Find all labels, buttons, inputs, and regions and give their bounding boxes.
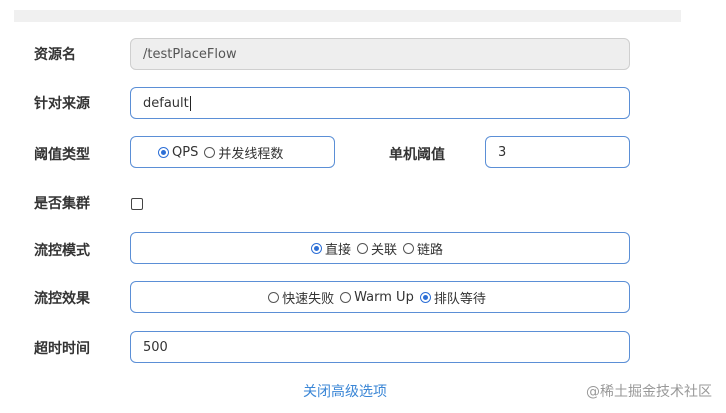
threshold-type-radio-group: QPS 并发线程数 [130, 136, 335, 168]
flow-strategy-option-label: 链路 [417, 242, 444, 258]
radio-unchecked-icon[interactable] [268, 291, 280, 303]
threshold-type-option-label: QPS [172, 144, 199, 160]
control-behavior-option-label: Warm Up [354, 289, 414, 305]
single-threshold-input[interactable]: 3 [485, 136, 630, 168]
close-advanced-options-link[interactable]: 关闭高级选项 [303, 381, 387, 401]
radio-checked-icon[interactable] [419, 291, 431, 303]
control-behavior-radio-group: 快速失败 Warm Up 排队等待 [130, 281, 630, 313]
flow-strategy-option-label: 直接 [324, 242, 351, 258]
single-threshold-label: 单机阈值 [389, 147, 445, 163]
single-threshold-value: 3 [498, 144, 507, 160]
flow-strategy-option-relate[interactable]: 关联 [356, 239, 397, 258]
flow-strategy-option-chain[interactable]: 链路 [403, 239, 443, 258]
radio-unchecked-icon[interactable] [204, 146, 216, 158]
radio-unchecked-icon[interactable] [340, 291, 352, 303]
timeout-value: 500 [143, 339, 168, 355]
timeout-label: 超时时间 [34, 341, 90, 357]
timeout-input[interactable]: 500 [130, 331, 630, 363]
text-cursor [189, 95, 191, 111]
resource-name-value: /testPlaceFlow [143, 46, 237, 62]
flow-strategy-radio-group: 直接 关联 链路 [130, 232, 630, 264]
cluster-mode-checkbox[interactable] [131, 198, 143, 210]
control-behavior-option-warm-up[interactable]: Warm Up [340, 290, 414, 305]
radio-checked-icon[interactable] [310, 242, 322, 254]
threshold-type-label: 阈值类型 [34, 147, 90, 163]
threshold-type-option-label: 并发线程数 [218, 146, 284, 162]
radio-unchecked-icon[interactable] [356, 242, 368, 254]
limit-app-label: 针对来源 [34, 96, 90, 112]
limit-app-value: default [143, 95, 189, 111]
control-behavior-option-label: 快速失败 [282, 291, 335, 307]
flow-strategy-label: 流控模式 [34, 243, 90, 259]
flow-strategy-option-direct[interactable]: 直接 [310, 239, 351, 258]
watermark-text: @稀土掘金技术社区 [586, 384, 712, 400]
control-behavior-option-queue[interactable]: 排队等待 [419, 288, 486, 307]
threshold-type-option-qps[interactable]: QPS [158, 145, 198, 160]
control-behavior-option-label: 排队等待 [433, 291, 486, 307]
resource-name-input: /testPlaceFlow [130, 38, 630, 70]
threshold-type-option-thread[interactable]: 并发线程数 [204, 143, 283, 162]
limit-app-input[interactable]: default [130, 87, 630, 119]
control-behavior-option-fast-fail[interactable]: 快速失败 [268, 288, 334, 307]
radio-unchecked-icon[interactable] [403, 242, 414, 254]
control-behavior-label: 流控效果 [34, 291, 90, 307]
resource-name-label: 资源名 [34, 47, 76, 63]
radio-checked-icon[interactable] [158, 146, 169, 158]
top-divider-bar [14, 10, 681, 22]
flow-strategy-option-label: 关联 [370, 242, 397, 258]
cluster-mode-label: 是否集群 [34, 196, 90, 212]
